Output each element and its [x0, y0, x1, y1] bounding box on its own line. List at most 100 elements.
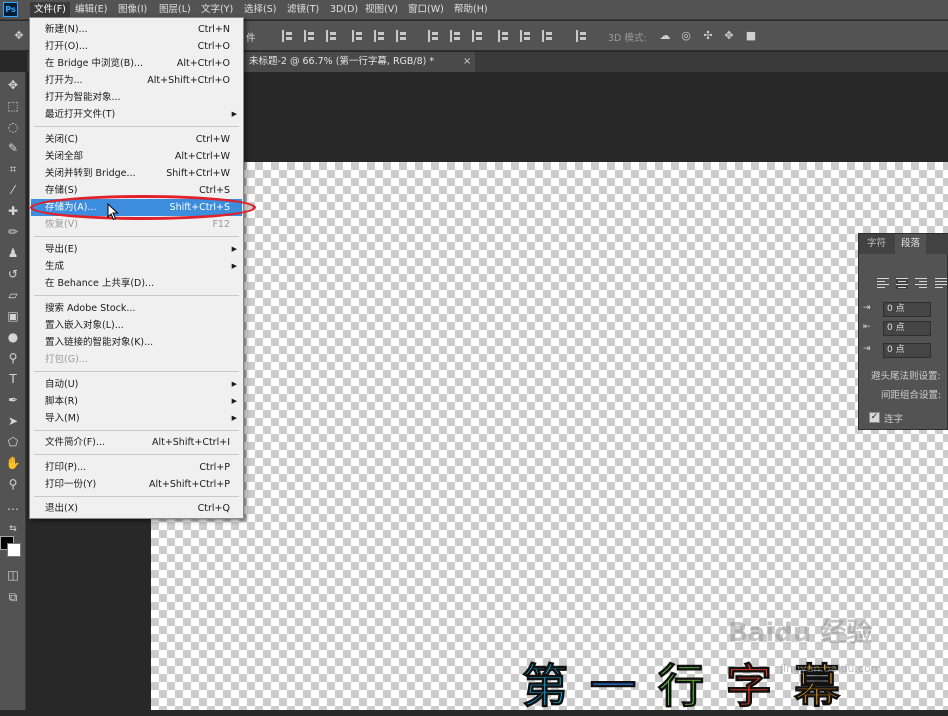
align-right-icon[interactable]: [396, 30, 408, 42]
menu-view[interactable]: 视图(V): [361, 2, 402, 18]
eyedropper-tool-icon[interactable]: ⁄: [3, 181, 23, 199]
zoom-tool-icon[interactable]: ⚲: [3, 475, 23, 493]
menu-item-close-go-bridge[interactable]: 关闭并转到 Bridge... Shift+Ctrl+W: [31, 165, 242, 182]
pen-tool-icon[interactable]: ✒: [3, 391, 23, 409]
distribute-bottom-icon[interactable]: [472, 30, 484, 42]
subtitle-char: 第: [522, 659, 590, 714]
menu-item-close[interactable]: 关闭(C) Ctrl+W: [31, 131, 242, 148]
align-top-icon[interactable]: [282, 30, 294, 42]
menu-item-recent-files[interactable]: 最近打开文件(T) ▶: [31, 106, 242, 123]
menu-item-browse-bridge[interactable]: 在 Bridge 中浏览(B)... Alt+Ctrl+O: [31, 55, 242, 72]
auto-align-icon[interactable]: [576, 30, 588, 42]
menu-item-place-embedded[interactable]: 置入嵌入对象(L)...: [31, 317, 242, 334]
indent-first-line-field[interactable]: 0 点: [883, 343, 931, 358]
align-vcenter-icon[interactable]: [304, 30, 316, 42]
dodge-tool-icon[interactable]: ⚲: [3, 349, 23, 367]
lasso-tool-icon[interactable]: ◌: [3, 118, 23, 136]
indent-left-icon: ⇥: [863, 303, 871, 313]
document-tab[interactable]: 未标题-2 @ 66.7% (第一行字幕, RGB/8) *: [243, 52, 475, 72]
menu-filter[interactable]: 滤镜(T): [283, 2, 323, 18]
annotation-ring: [30, 195, 256, 220]
quick-mask-icon[interactable]: ◫: [3, 566, 23, 584]
history-brush-tool-icon[interactable]: ↺: [3, 265, 23, 283]
distribute-right-icon[interactable]: [542, 30, 554, 42]
indent-right-field[interactable]: 0 点: [883, 321, 931, 336]
move-tool-icon[interactable]: ✥: [3, 76, 23, 94]
menu-item-open-as[interactable]: 打开为... Alt+Shift+Ctrl+O: [31, 72, 242, 89]
healing-brush-tool-icon[interactable]: ✚: [3, 202, 23, 220]
hand-tool-icon[interactable]: ✋: [3, 454, 23, 472]
quick-select-tool-icon[interactable]: ✎: [3, 139, 23, 157]
menu-edit[interactable]: 编辑(E): [71, 2, 111, 18]
menu-item-print[interactable]: 打印(P)... Ctrl+P: [31, 459, 242, 476]
menu-image[interactable]: 图像(I): [114, 2, 151, 18]
menu-separator: [34, 371, 239, 372]
crop-tool-icon[interactable]: ⌗: [3, 160, 23, 178]
menu-item-scripts[interactable]: 脚本(R) ▶: [31, 393, 242, 410]
menu-item-open-smart-object[interactable]: 打开为智能对象...: [31, 89, 242, 106]
subtitle-char: 字: [726, 659, 794, 714]
subtitle-text-layer: 第一行字幕: [522, 650, 862, 714]
menu-item-place-linked[interactable]: 置入链接的智能对象(K)...: [31, 334, 242, 351]
distribute-hcenter-icon[interactable]: [520, 30, 532, 42]
brush-tool-icon[interactable]: ✏: [3, 223, 23, 241]
menu-item-file-info[interactable]: 文件简介(F)... Alt+Shift+Ctrl+I: [31, 434, 242, 451]
menu-item-print-one-copy[interactable]: 打印一份(Y) Alt+Shift+Ctrl+P: [31, 476, 242, 493]
menu-window[interactable]: 窗口(W): [404, 2, 448, 18]
3d-pan-icon[interactable]: ✣: [701, 29, 715, 43]
background-color-swatch[interactable]: [7, 543, 21, 557]
menu-type[interactable]: 文字(Y): [197, 2, 237, 18]
menu-item-export[interactable]: 导出(E) ▶: [31, 241, 242, 258]
3d-roll-icon[interactable]: ◎: [679, 29, 693, 43]
menu-item-share-behance[interactable]: 在 Behance 上共享(D)...: [31, 275, 242, 292]
move-tool-options-icon[interactable]: ✥: [12, 29, 26, 43]
tools-panel: ✥ ⬚ ◌ ✎ ⌗ ⁄ ✚ ✏ ♟ ↺ ▱ ▣ ● ⚲ T ✒ ➤ ⬠ ✋ ⚲ …: [0, 72, 26, 710]
align-center-text-icon[interactable]: [896, 278, 908, 289]
submenu-arrow-icon: ▶: [231, 245, 237, 253]
3d-slide-icon[interactable]: ✥: [722, 29, 736, 43]
menu-layer[interactable]: 图层(L): [155, 2, 195, 18]
type-tool-icon[interactable]: T: [3, 370, 23, 388]
justify-text-icon[interactable]: [935, 278, 947, 289]
path-selection-tool-icon[interactable]: ➤: [3, 412, 23, 430]
menu-help[interactable]: 帮助(H): [450, 2, 492, 18]
menu-item-new[interactable]: 新建(N)... Ctrl+N: [31, 21, 242, 38]
blur-tool-icon[interactable]: ●: [3, 328, 23, 346]
menu-item-exit[interactable]: 退出(X) Ctrl+Q: [31, 500, 242, 517]
distribute-top-icon[interactable]: [428, 30, 440, 42]
menu-item-automate[interactable]: 自动(U) ▶: [31, 376, 242, 393]
align-hcenter-icon[interactable]: [374, 30, 386, 42]
indent-first-line-row: ⇥ 0 点: [863, 343, 947, 359]
eraser-tool-icon[interactable]: ▱: [3, 286, 23, 304]
screen-mode-icon[interactable]: ⧉: [3, 588, 23, 606]
menu-3d[interactable]: 3D(D): [326, 2, 362, 18]
indent-left-field[interactable]: 0 点: [883, 302, 931, 317]
marquee-tool-icon[interactable]: ⬚: [3, 97, 23, 115]
menu-select[interactable]: 选择(S): [240, 2, 280, 18]
align-left-icon[interactable]: [352, 30, 364, 42]
menu-item-close-all[interactable]: 关闭全部 Alt+Ctrl+W: [31, 148, 242, 165]
gradient-tool-icon[interactable]: ▣: [3, 307, 23, 325]
photoshop-logo-icon[interactable]: Ps: [3, 2, 18, 17]
menu-item-import[interactable]: 导入(M) ▶: [31, 410, 242, 427]
indent-right-row: ⇤ 0 点: [863, 321, 947, 337]
more-tools-icon[interactable]: ⋯: [3, 500, 23, 518]
clone-stamp-tool-icon[interactable]: ♟: [3, 244, 23, 262]
close-tab-icon[interactable]: ×: [463, 52, 471, 72]
shape-tool-icon[interactable]: ⬠: [3, 433, 23, 451]
menu-file[interactable]: 文件(F): [30, 2, 70, 18]
menu-item-package: 打包(G)...: [45, 354, 88, 365]
menu-item-search-stock[interactable]: 搜索 Adobe Stock...: [31, 300, 242, 317]
align-right-text-icon[interactable]: [915, 278, 927, 289]
tab-paragraph[interactable]: 段落: [895, 234, 927, 254]
align-left-text-icon[interactable]: [877, 278, 889, 289]
3d-scale-icon[interactable]: ■: [744, 29, 758, 43]
menu-item-generate[interactable]: 生成 ▶: [31, 258, 242, 275]
distribute-left-icon[interactable]: [498, 30, 510, 42]
hyphenate-checkbox[interactable]: ✓: [869, 412, 880, 423]
distribute-vcenter-icon[interactable]: [450, 30, 462, 42]
menu-item-open[interactable]: 打开(O)... Ctrl+O: [31, 38, 242, 55]
3d-orbit-icon[interactable]: ☁: [658, 29, 672, 43]
align-bottom-icon[interactable]: [326, 30, 338, 42]
tab-character[interactable]: 字符: [861, 234, 892, 254]
